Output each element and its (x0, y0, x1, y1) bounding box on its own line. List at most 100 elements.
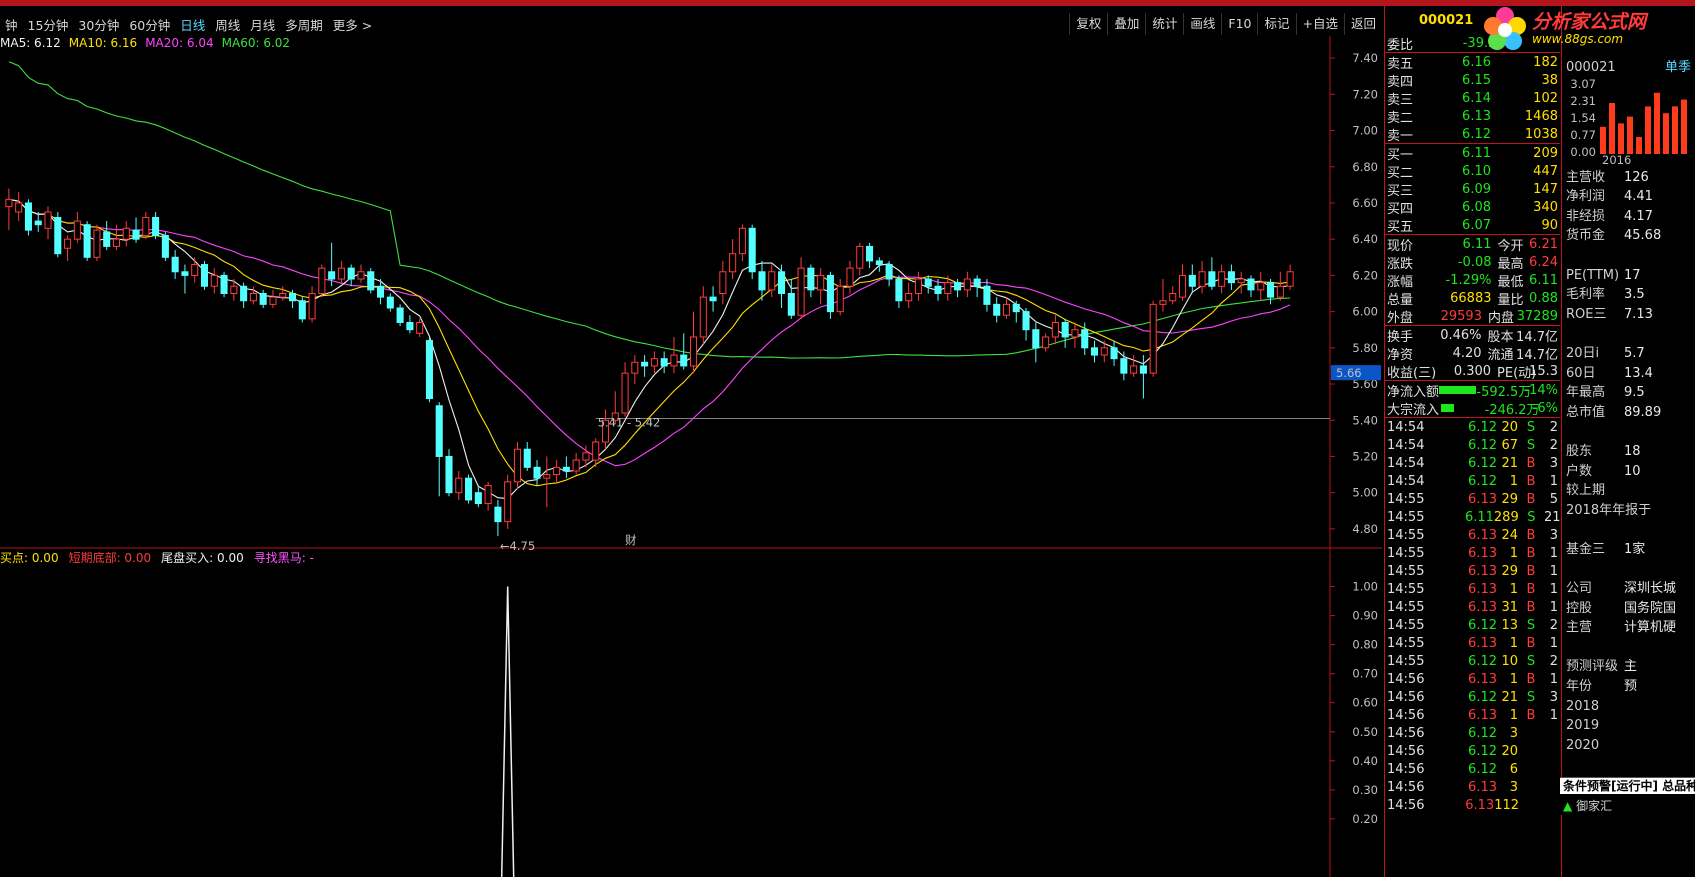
bid-book: 买一 6.11 209 买二 6.10 447 买三 6.09 147 买四 6.08 340 买五 6.… (1385, 143, 1560, 235)
book-row[interactable]: 卖一 6.12 1038 (1385, 125, 1560, 144)
tick-price: 6.12 (1468, 689, 1497, 705)
tick-volume: 21 (1501, 689, 1518, 705)
candle-body (1257, 282, 1265, 291)
stat-value: 29593 (1440, 308, 1482, 324)
share-label: 换手 (1387, 329, 1414, 345)
finance-marker[interactable]: 财 (625, 533, 637, 547)
book-volume: 90 (1541, 217, 1558, 233)
f10-label: 20日i (1566, 345, 1600, 361)
candle-body (425, 340, 433, 400)
tick-row: 14:55 6.13 29 B 5 (1385, 490, 1560, 508)
share-label: 流通 (1487, 347, 1514, 363)
f10-value: 45.68 (1624, 228, 1662, 244)
candle-body (973, 278, 981, 287)
candle-body (924, 278, 932, 287)
stat-value: 6.21 (1529, 236, 1558, 252)
tick-price: 6.11 (1464, 509, 1494, 525)
f10-tag[interactable]: 单季 (1665, 58, 1691, 78)
candle-body (377, 285, 385, 298)
tick-volume: 20 (1501, 743, 1518, 759)
candle-body (660, 358, 668, 367)
candle-body (895, 278, 903, 302)
share-value: 15.3 (1529, 363, 1558, 379)
candle-body (465, 477, 473, 501)
tick-list[interactable]: 14:54 6.12 20 S 2 14:54 6.12 67 S 2 14:54 6.12 21 B 3 1… (1385, 417, 1561, 814)
candle-body (1208, 271, 1216, 287)
book-price: 6.12 (1462, 126, 1491, 142)
tick-price: 6.12 (1468, 725, 1497, 741)
book-row[interactable]: 买三 6.09 147 (1385, 180, 1560, 199)
f10-value: 10 (1624, 463, 1641, 479)
f10-row: 净利润 4.41 (1562, 187, 1695, 207)
tick-time: 14:54 (1387, 473, 1425, 489)
tick-price: 6.12 (1468, 761, 1497, 777)
candle-body (1159, 300, 1167, 305)
candle-body (34, 220, 42, 226)
stat-label: 总量 (1387, 292, 1414, 308)
f10-value: 9.5 (1624, 385, 1645, 401)
tick-count: 2 (1549, 617, 1558, 633)
tick-time: 14:55 (1387, 527, 1425, 543)
stat-value: -1.29% (1445, 272, 1492, 288)
book-row[interactable]: 卖二 6.13 1468 (1385, 107, 1560, 126)
y-tick-label: 6.40 (1352, 232, 1378, 246)
tick-time: 14:55 (1387, 599, 1425, 615)
f10-row: 基金三 1家 (1562, 540, 1695, 560)
f10-row: 总市值 89.89 (1562, 403, 1695, 423)
f10-value: 预 (1624, 679, 1638, 695)
indicator-legend-item: 寻找黑马: - (253, 551, 314, 565)
candle-body (83, 224, 91, 258)
stock-code: 000021 (1419, 12, 1474, 28)
mini-bar (1600, 126, 1606, 154)
candle-body (288, 293, 297, 302)
f10-label: 户数 (1566, 463, 1593, 479)
stat-row: 外盘 29593 内盘 37289 (1385, 307, 1560, 326)
candle-body (259, 293, 267, 305)
stat-value: 6.11 (1529, 272, 1558, 288)
mini-bar (1672, 105, 1678, 154)
candle-body (230, 285, 238, 294)
f10-panel: 000021 单季 3.07 2.31 1.54 0.77 0.00 2016 主营收 12… (1561, 6, 1695, 877)
candle-body (719, 271, 727, 294)
tick-side: B (1526, 545, 1536, 561)
tick-row: 14:56 6.12 3 (1385, 724, 1560, 742)
tick-volume: 24 (1501, 527, 1518, 543)
tick-time: 14:55 (1387, 653, 1425, 669)
candle-body (54, 216, 62, 255)
tick-price: 6.12 (1468, 455, 1497, 471)
stat-label: 现价 (1387, 238, 1414, 254)
candle-body (122, 227, 130, 240)
candle-body (1051, 321, 1059, 338)
book-row[interactable]: 卖四 6.15 38 (1385, 71, 1560, 90)
candle-body (171, 256, 179, 273)
low-annotation: ←4.75 (500, 539, 535, 553)
stat-row: 涨跌 -0.08 最高 6.24 (1385, 253, 1560, 272)
f10-label: 预测评级 (1566, 659, 1619, 675)
tick-row: 14:54 6.12 67 S 2 (1385, 436, 1560, 454)
f10-row: 主营收 126 (1562, 168, 1695, 188)
candle-body (1100, 347, 1108, 356)
tick-time: 14:56 (1387, 797, 1425, 813)
candle-body (1081, 329, 1089, 349)
kline-chart[interactable]: 7.407.207.006.806.606.406.206.005.805.60… (0, 0, 1382, 877)
book-row[interactable]: 买五 6.07 90 (1385, 216, 1560, 235)
book-row[interactable]: 买一 6.11 209 (1385, 144, 1560, 163)
y-tick-label: 6.60 (1352, 196, 1378, 210)
candle-body (1042, 336, 1050, 349)
alert-item[interactable]: 御家汇 (1576, 799, 1612, 813)
book-volume: 102 (1533, 90, 1558, 106)
candle-body (455, 477, 463, 494)
stat-value: 0.88 (1529, 290, 1558, 306)
candle-body (406, 321, 414, 331)
tick-side: S (1526, 689, 1536, 705)
book-row[interactable]: 买四 6.08 340 (1385, 198, 1560, 217)
f10-label: 2020 (1566, 737, 1600, 753)
book-row[interactable]: 卖三 6.14 102 (1385, 89, 1560, 108)
tick-price: 6.13 (1468, 491, 1497, 507)
tick-time: 14:55 (1387, 545, 1425, 561)
tick-row: 14:54 6.12 20 S 2 (1385, 418, 1560, 436)
book-row[interactable]: 买二 6.10 447 (1385, 162, 1560, 181)
alert-panel[interactable]: 条件预警[运行中] 总品种 ▲ 御家汇 (1560, 777, 1695, 815)
tick-count: 2 (1549, 653, 1558, 669)
book-price: 6.07 (1462, 217, 1491, 233)
